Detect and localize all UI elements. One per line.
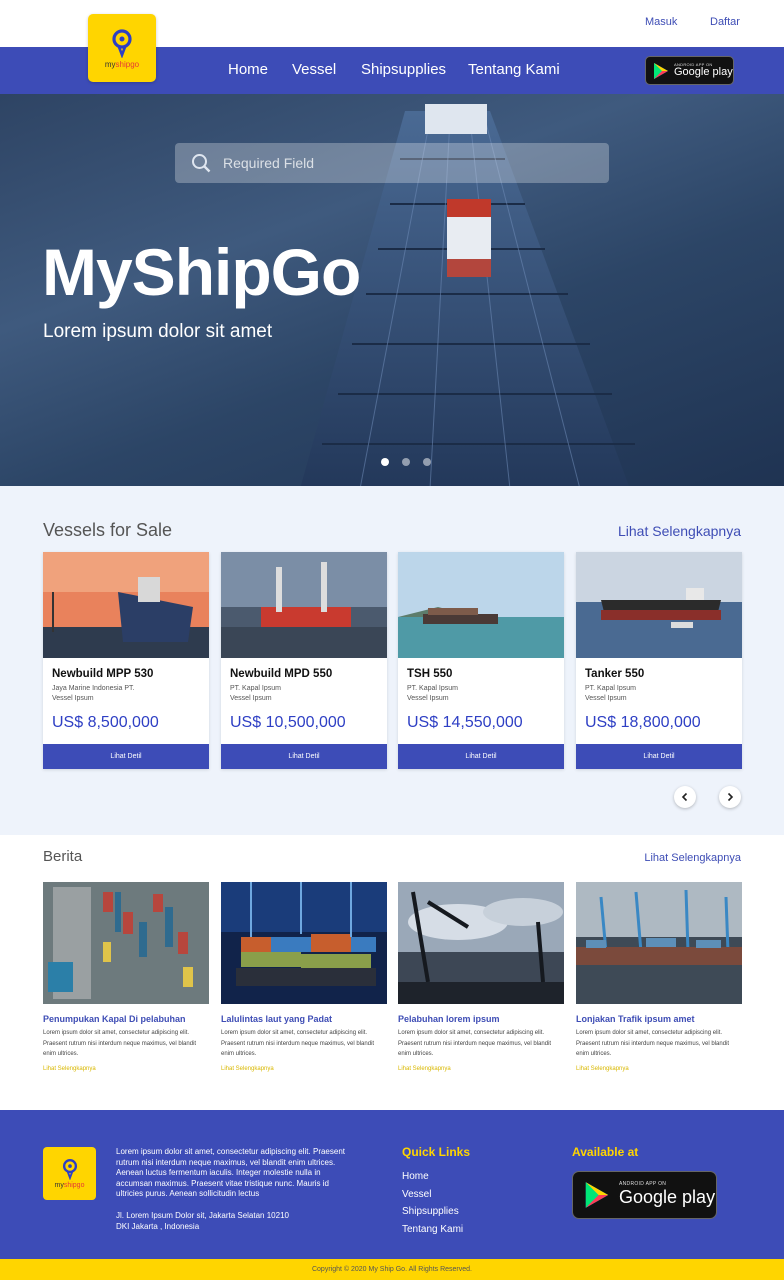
vessel-company: PT. Kapal Ipsum [585,685,636,692]
vessel-price: US$ 8,500,000 [52,714,159,731]
vessel-type: Vessel Ipsum [230,695,272,702]
news-card[interactable]: Pelabuhan lorem ipsum Lorem ipsum dolor … [398,882,564,1072]
news-card[interactable]: Lonjakan Trafik ipsum amet Lorem ipsum d… [576,882,742,1072]
vessel-image [221,552,387,658]
news-card[interactable]: Penumpukan Kapal Di pelabuhan Lorem ipsu… [43,882,209,1072]
vessels-section: Vessels for Sale Lihat Selengkapnya Newb… [0,486,784,835]
address-line-1: Jl. Lorem Ipsum Dolor sit, Jakarta Selat… [116,1211,289,1220]
news-read-more-link[interactable]: Lihat Selengkapnya [43,1066,209,1072]
vessel-card[interactable]: Newbuild MPD 550 PT. Kapal Ipsum Vessel … [221,552,387,769]
quick-links-title: Quick Links [402,1145,471,1159]
carousel-dots [381,458,431,466]
vessel-detail-button[interactable]: Lihat Detil [43,744,209,769]
news-title-text[interactable]: Penumpukan Kapal Di pelabuhan [43,1014,209,1024]
location-pin-icon [62,1159,77,1180]
play-store-icon [585,1182,609,1208]
carousel-dot-1[interactable] [381,458,389,466]
register-link[interactable]: Daftar [710,16,740,28]
search-icon [192,154,211,173]
footer: myshipgo Lorem ipsum dolor sit amet, con… [0,1110,784,1259]
vessel-detail-button[interactable]: Lihat Detil [576,744,742,769]
footer-address: Jl. Lorem Ipsum Dolor sit, Jakarta Selat… [116,1211,289,1232]
nav-tentang-kami[interactable]: Tentang Kami [468,61,560,78]
address-line-2: DKI Jakarta , Indonesia [116,1221,200,1231]
vessel-image [398,552,564,658]
carousel-dot-3[interactable] [423,458,431,466]
nav-shipsupplies[interactable]: Shipsupplies [361,61,446,78]
vessel-detail-button[interactable]: Lihat Detil [398,744,564,769]
news-read-more-link[interactable]: Lihat Selengkapnya [221,1066,387,1072]
logo[interactable]: myshipgo [88,14,156,82]
news-title: Berita [43,848,83,865]
vessel-card[interactable]: TSH 550 PT. Kapal Ipsum Vessel Ipsum US$… [398,552,564,769]
vessel-name: Newbuild MPP 530 [52,668,154,680]
news-excerpt: Lorem ipsum dolor sit amet, consectetur … [221,1030,375,1057]
news-section: Berita Lihat Selengkapnya Penumpukan Kap… [0,835,784,1110]
vessel-price: US$ 14,550,000 [407,714,523,731]
hero-title: MyShipGo [42,235,361,309]
copyright-bar: Copyright © 2020 My Ship Go. All Rights … [0,1259,784,1280]
vessels-title: Vessels for Sale [43,520,173,540]
next-button[interactable] [719,786,741,808]
footer-link-home[interactable]: Home [402,1171,429,1182]
news-excerpt: Lorem ipsum dolor sit amet, consectetur … [43,1030,197,1057]
vessel-type: Vessel Ipsum [585,695,627,702]
news-excerpt: Lorem ipsum dolor sit amet, consectetur … [576,1030,730,1057]
news-read-more-link[interactable]: Lihat Selengkapnya [398,1066,564,1072]
footer-description: Lorem ipsum dolor sit amet, consectetur … [116,1147,345,1198]
footer-google-play-badge[interactable]: ANDROID APP ON Google play [572,1171,717,1219]
location-pin-icon [112,28,132,58]
vessel-price: US$ 18,800,000 [585,714,701,731]
vessel-name: Tanker 550 [585,668,645,680]
vessel-name: Newbuild MPD 550 [230,668,333,680]
search-input[interactable] [223,155,593,171]
news-title-text[interactable]: Lalulintas laut yang Padat [221,1014,387,1024]
vessel-company: Jaya Marine Indonesia PT. [52,685,135,692]
footer-link-vessel[interactable]: Vessel [402,1189,431,1200]
vessel-price: US$ 10,500,000 [230,714,346,731]
store-big-text: Google play [674,66,733,78]
footer-link-tentang-kami[interactable]: Tentang Kami [402,1224,463,1235]
news-image [576,882,742,1004]
vessel-card[interactable]: Newbuild MPP 530 Jaya Marine Indonesia P… [43,552,209,769]
vessel-name: TSH 550 [407,668,453,680]
news-image [398,882,564,1004]
vessels-more-link[interactable]: Lihat Selengkapnya [618,523,741,539]
footer-logo[interactable]: myshipgo [43,1147,96,1200]
logo-text: myshipgo [104,59,140,69]
vessel-company: PT. Kapal Ipsum [407,685,458,692]
vessel-card[interactable]: Tanker 550 PT. Kapal Ipsum Vessel Ipsum … [576,552,742,769]
hero-subtitle: Lorem ipsum dolor sit amet [43,321,273,342]
news-title-text[interactable]: Lonjakan Trafik ipsum amet [576,1014,742,1024]
news-more-link[interactable]: Lihat Selengkapnya [644,852,741,864]
search-bar[interactable] [175,143,609,183]
chevron-right-icon [727,792,734,802]
store-big-text: Google play [619,1186,716,1207]
news-excerpt: Lorem ipsum dolor sit amet, consectetur … [398,1030,552,1057]
login-link[interactable]: Masuk [645,16,677,28]
vessel-type: Vessel Ipsum [407,695,449,702]
news-card[interactable]: Lalulintas laut yang Padat Lorem ipsum d… [221,882,387,1072]
news-read-more-link[interactable]: Lihat Selengkapnya [576,1066,742,1072]
vessel-image [43,552,209,658]
carousel-dot-2[interactable] [402,458,410,466]
vessel-company: PT. Kapal Ipsum [230,685,281,692]
chevron-left-icon [681,792,688,802]
news-image [43,882,209,1004]
footer-link-shipsupplies[interactable]: Shipsupplies [402,1206,459,1217]
footer-logo-text: myshipgo [54,1182,85,1189]
hero-banner: MyShipGo Lorem ipsum dolor sit amet [0,94,784,486]
google-play-badge[interactable]: ANDROID APP ON Google play [645,56,734,85]
news-image [221,882,387,1004]
prev-button[interactable] [674,786,696,808]
vessel-type: Vessel Ipsum [52,695,94,702]
news-title-text[interactable]: Pelabuhan lorem ipsum [398,1014,564,1024]
nav-home[interactable]: Home [228,61,268,78]
nav-vessel[interactable]: Vessel [292,61,336,78]
vessel-image [576,552,742,658]
vessel-detail-button[interactable]: Lihat Detil [221,744,387,769]
play-store-icon [654,62,668,79]
available-at-title: Available at [572,1145,639,1159]
